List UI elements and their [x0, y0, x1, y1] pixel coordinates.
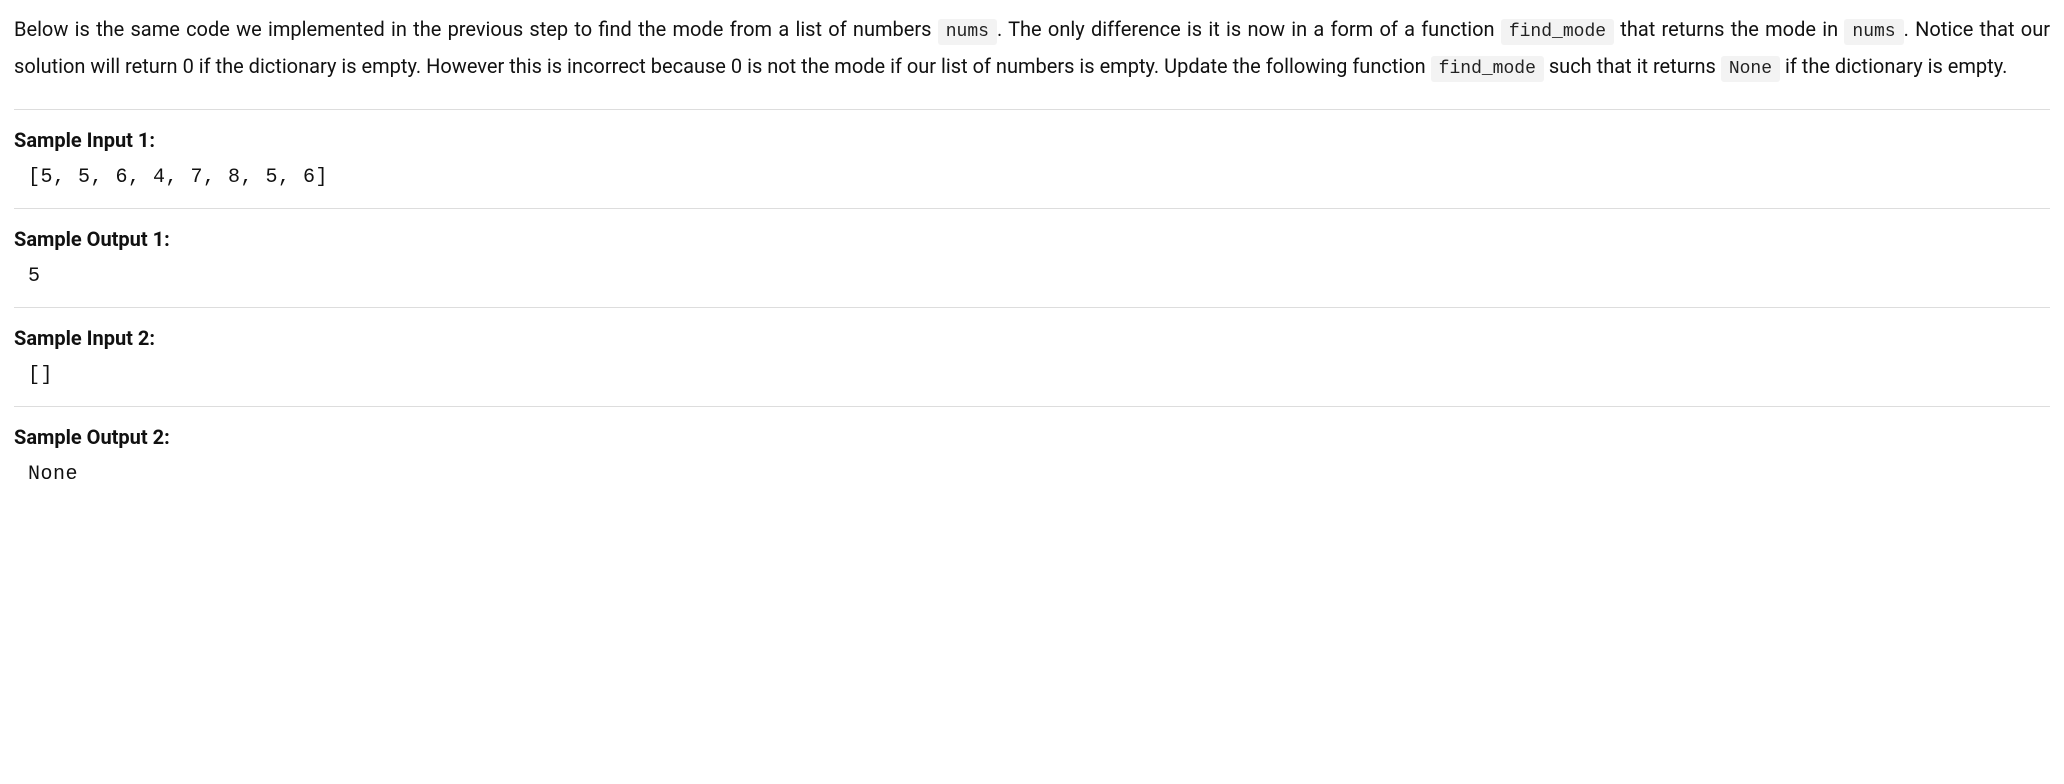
- desc-text-6: if the dictionary is empty.: [1780, 54, 2007, 78]
- sample-output-1-value: 5: [14, 261, 2050, 293]
- sample-input-2-label: Sample Input 2:: [14, 322, 2050, 354]
- sample-output-1-block: Sample Output 1: 5: [14, 209, 2050, 307]
- sample-output-1-label: Sample Output 1:: [14, 223, 2050, 255]
- desc-text-1: Below is the same code we implemented in…: [14, 17, 938, 41]
- sample-output-2-label: Sample Output 2:: [14, 421, 2050, 453]
- problem-description: Below is the same code we implemented in…: [14, 12, 2050, 85]
- sample-input-2-block: Sample Input 2: []: [14, 308, 2050, 406]
- desc-text-2: . The only difference is it is now in a …: [997, 17, 1501, 41]
- sample-input-1-label: Sample Input 1:: [14, 124, 2050, 156]
- code-find-mode-1: find_mode: [1501, 19, 1614, 45]
- code-find-mode-2: find_mode: [1431, 56, 1544, 82]
- sample-output-2-value: None: [14, 459, 2050, 491]
- code-nums-2: nums: [1844, 19, 1903, 45]
- desc-text-5: such that it returns: [1544, 54, 1721, 78]
- desc-text-3: that returns the mode in: [1614, 17, 1844, 41]
- sample-input-1-value: [5, 5, 6, 4, 7, 8, 5, 6]: [14, 162, 2050, 194]
- code-none: None: [1721, 56, 1780, 82]
- code-nums-1: nums: [938, 19, 997, 45]
- sample-output-2-block: Sample Output 2: None: [14, 407, 2050, 505]
- sample-input-2-value: []: [14, 360, 2050, 392]
- sample-input-1-block: Sample Input 1: [5, 5, 6, 4, 7, 8, 5, 6]: [14, 110, 2050, 208]
